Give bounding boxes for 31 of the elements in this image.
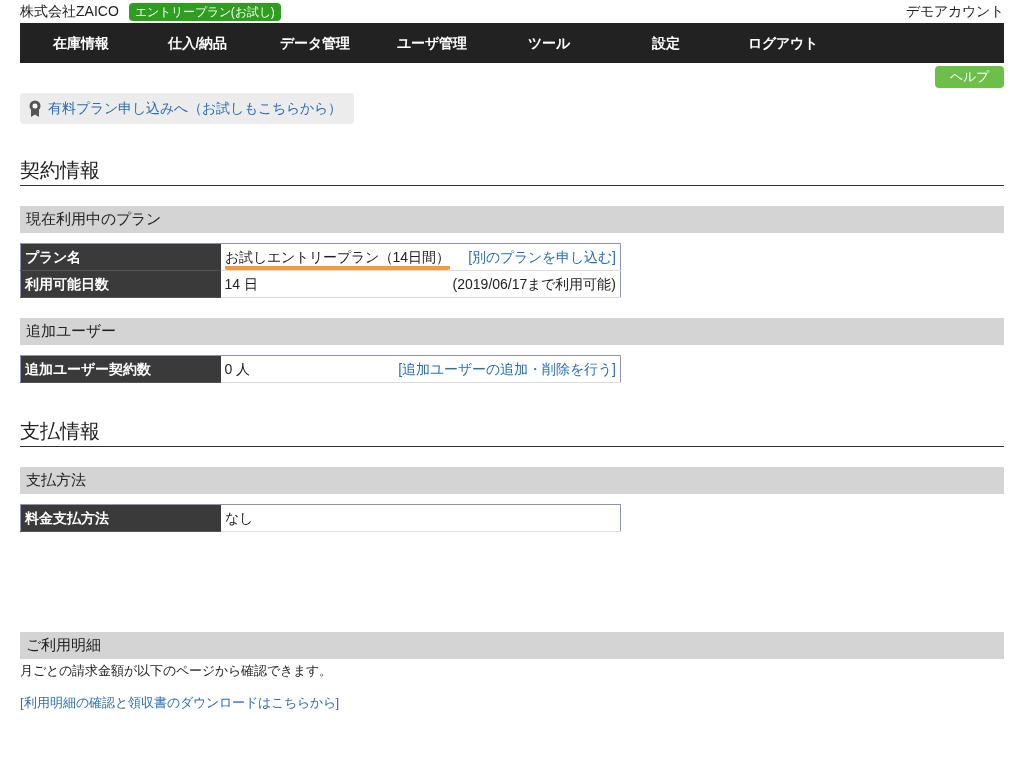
nav-link[interactable]: 仕入/納品 [139, 32, 256, 54]
account-name: デモアカウント [906, 2, 1004, 21]
row-note: (2019/06/17まで利用可能) [452, 274, 616, 294]
row-label: 利用可能日数 [20, 270, 221, 298]
row-value: 14 日 [224, 274, 258, 294]
nav-link[interactable]: ログアウト [724, 32, 841, 54]
nav-link[interactable]: 在庫情報 [22, 32, 139, 54]
award-icon [28, 99, 42, 118]
plan-badge: エントリープラン(お試し) [128, 2, 281, 21]
subsection-bar: 支払方法 [20, 467, 1004, 494]
row-value: なし [224, 508, 253, 528]
subsection-bar: 現在利用中のプラン [20, 206, 1004, 233]
paid-plan-link[interactable]: 有料プラン申し込みへ（お試しもこちらから） [48, 98, 342, 119]
row-value: お試しエントリープラン（14日間） [224, 244, 451, 270]
nav-link[interactable]: ユーザ管理 [373, 32, 490, 54]
company-name: 株式会社ZAICO [20, 2, 119, 21]
nav-link[interactable]: 設定 [607, 32, 724, 54]
row-link[interactable]: [別のプランを申し込む] [468, 246, 616, 268]
row-label: 料金支払方法 [20, 504, 221, 532]
nav-link[interactable]: ツール [490, 32, 607, 54]
row-value: 0 人 [224, 359, 251, 379]
row-label: プラン名 [20, 243, 221, 271]
subsection-bar: 追加ユーザー [20, 318, 1004, 345]
section-heading: 契約情報 [20, 158, 1004, 186]
row-link[interactable]: [追加ユーザーの追加・削除を行う] [398, 358, 616, 380]
nav-link[interactable]: データ管理 [256, 32, 373, 54]
subsection-bar: ご利用明細 [20, 632, 1004, 659]
row-label: 追加ユーザー契約数 [20, 355, 221, 383]
statement-link[interactable]: [利用明細の確認と領収書のダウンロードはこちらから] [20, 692, 1004, 712]
section-heading: 支払情報 [20, 419, 1004, 447]
statement-description: 月ごとの請求金額が以下のページから確認できます。 [20, 662, 333, 680]
